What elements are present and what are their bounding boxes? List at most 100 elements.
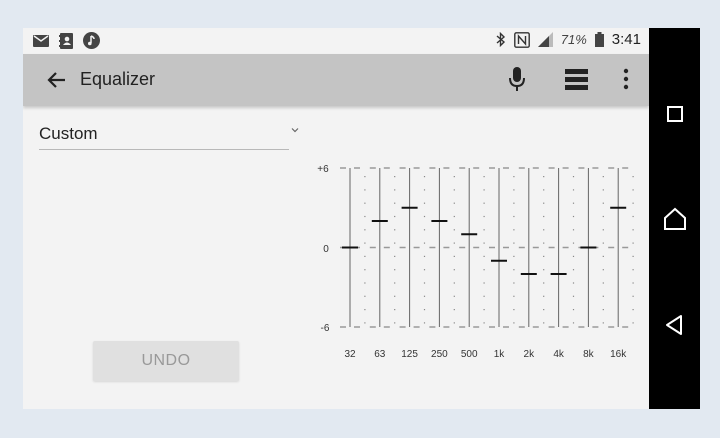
band-label: 4k: [553, 349, 565, 360]
grid-dot: [453, 189, 455, 191]
grid-dot: [632, 189, 634, 191]
grid-dot: [572, 295, 575, 297]
grid-dot: [543, 202, 545, 204]
grid-dot: [423, 242, 426, 244]
grid-dot: [394, 176, 396, 178]
grid-dot: [423, 215, 426, 218]
grid-dot: [632, 176, 634, 178]
grid-dot: [483, 229, 485, 231]
grid-dot: [453, 309, 455, 311]
grid-dot: [572, 269, 575, 271]
grid-dot: [483, 269, 485, 271]
grid-dot: [513, 295, 515, 297]
home-icon[interactable]: [662, 206, 688, 232]
device-screen: 71% 3:41 Equalizer Custom UNDO +6 0 -6 3…: [23, 28, 649, 409]
band-label: 250: [431, 349, 448, 360]
grid-dot: [364, 269, 366, 271]
grid-dot: [602, 322, 604, 324]
grid-dot: [572, 242, 575, 244]
grid-dot: [423, 322, 426, 324]
grid-dot: [364, 176, 366, 178]
grid-dot: [453, 176, 455, 178]
grid-dot: [632, 295, 634, 297]
grid-dot: [394, 189, 396, 191]
grid-dot: [632, 322, 634, 324]
grid-dot: [513, 176, 515, 178]
grid-dot: [483, 202, 485, 204]
grid-dot: [364, 295, 366, 297]
grid-dot: [602, 295, 604, 297]
grid-dot: [483, 176, 485, 178]
grid-dot: [453, 202, 455, 204]
grid-dot: [394, 202, 396, 204]
equalizer-chart: +6 0 -6 32 63 125 250 500 1k 2k 4k 8k 16k: [317, 164, 634, 360]
grid-dot: [364, 255, 366, 257]
grid-dot: [632, 282, 634, 284]
grid-dot: [602, 242, 604, 244]
grid-dot: [394, 229, 396, 231]
grid-dot: [364, 202, 366, 204]
ymid-label: 0: [323, 244, 329, 255]
grid-dot: [423, 309, 426, 311]
grid-dot: [543, 215, 545, 218]
grid-dot: [513, 189, 515, 191]
grid-dot: [632, 255, 634, 257]
grid-dot: [394, 282, 396, 284]
grid-dot: [543, 189, 545, 191]
grid-dot: [632, 215, 634, 218]
grid-dot: [364, 215, 366, 218]
grid-dot: [543, 295, 545, 297]
grid-dot: [364, 309, 366, 311]
grid-dot: [483, 282, 485, 284]
band-label: 500: [461, 349, 478, 360]
grid-dot: [394, 322, 396, 324]
grid-dot: [632, 242, 634, 244]
grid-dot: [483, 322, 485, 324]
grid-dot: [453, 255, 455, 257]
band-label: 63: [374, 349, 386, 360]
band-label: 1k: [494, 349, 506, 360]
grid-dot: [513, 229, 515, 231]
grid-dot: [364, 282, 366, 284]
grid-dot: [602, 229, 604, 231]
grid-dot: [423, 176, 426, 178]
grid-dot: [543, 176, 545, 178]
grid-dot: [483, 242, 485, 244]
grid-dot: [483, 309, 485, 311]
grid-dot: [394, 295, 396, 297]
grid-dot: [423, 282, 426, 284]
grid-dot: [453, 282, 455, 284]
grid-dot: [394, 215, 396, 218]
grid-dot: [483, 255, 485, 257]
back-icon[interactable]: [662, 312, 688, 338]
grid-dot: [632, 309, 634, 311]
grid-dot: [394, 309, 396, 311]
grid-dot: [513, 282, 515, 284]
grid-dot: [453, 322, 455, 324]
grid-dot: [513, 309, 515, 311]
grid-dot: [543, 309, 545, 311]
grid-dot: [423, 229, 426, 231]
grid-dot: [423, 295, 426, 297]
grid-dot: [483, 295, 485, 297]
grid-dot: [394, 242, 396, 244]
grid-dot: [602, 189, 604, 191]
grid-dot: [602, 269, 604, 271]
grid-dot: [513, 255, 515, 257]
grid-dot: [423, 202, 426, 204]
grid-dot: [453, 215, 455, 218]
ymax-label: +6: [317, 164, 329, 175]
grid-dot: [572, 322, 575, 324]
grid-dot: [572, 255, 575, 257]
grid-dot: [572, 309, 575, 311]
grid-dot: [364, 229, 366, 231]
grid-dot: [572, 189, 575, 191]
recents-icon[interactable]: [662, 101, 688, 127]
grid-dot: [364, 242, 366, 244]
grid-dot: [394, 269, 396, 271]
grid-dot: [364, 189, 366, 191]
grid-dot: [513, 215, 515, 218]
band-label: 32: [344, 349, 356, 360]
grid-dot: [453, 295, 455, 297]
grid-dot: [632, 202, 634, 204]
